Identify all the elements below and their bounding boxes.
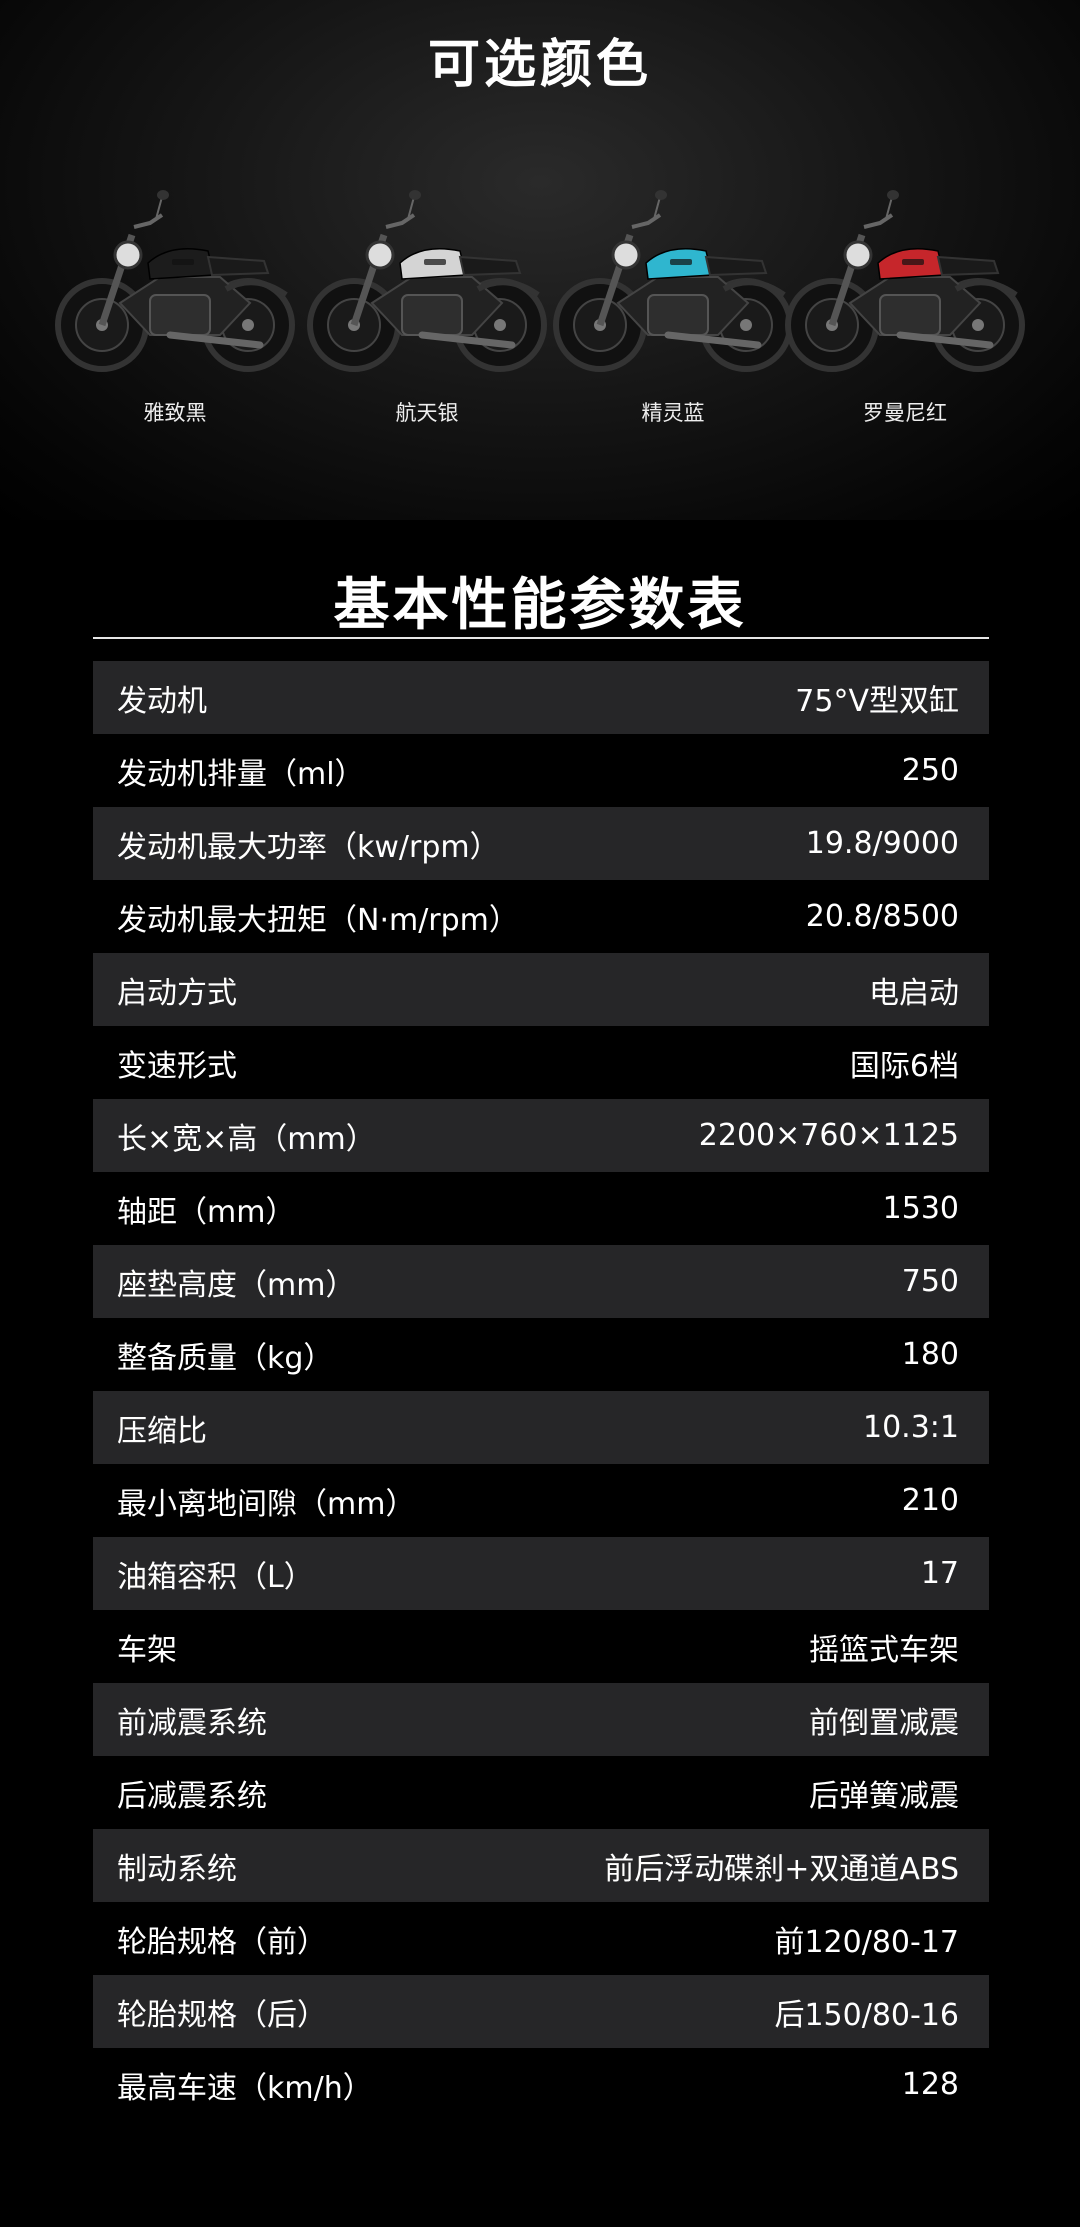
spec-row: 变速形式 国际6档 (93, 1026, 989, 1099)
spec-value: 前后浮动碟刹+双通道ABS (604, 1851, 959, 1887)
spec-row: 车架 摇篮式车架 (93, 1610, 989, 1683)
color-variant-silver: 航天银 (302, 185, 552, 435)
spec-label: 油箱容积（L） (117, 1559, 314, 1595)
spec-value: 19.8/9000 (805, 826, 959, 861)
spec-label: 后减震系统 (117, 1778, 267, 1814)
spec-value: 摇篮式车架 (809, 1632, 959, 1668)
spec-row: 发动机 75°V型双缸 (93, 661, 989, 734)
spec-value: 128 (901, 2067, 959, 2102)
spec-label: 启动方式 (117, 975, 237, 1011)
spec-value: 电启动 (869, 975, 959, 1011)
spec-value: 国际6档 (849, 1048, 959, 1084)
spec-row: 油箱容积（L） 17 (93, 1537, 989, 1610)
colors-title: 可选颜色 (427, 35, 652, 95)
color-variant-label: 罗曼尼红 (863, 401, 947, 425)
spec-row: 长×宽×高（mm） 2200×760×1125 (93, 1099, 989, 1172)
spec-value: 后弹簧减震 (809, 1778, 959, 1814)
motorcycle-black-image (55, 190, 295, 372)
spec-label: 制动系统 (117, 1851, 237, 1887)
spec-label: 发动机排量（ml） (117, 756, 365, 792)
spec-value: 后150/80-16 (774, 1997, 959, 2033)
color-variants: 雅致黑 航天银 精灵蓝 罗曼尼红 (0, 185, 1080, 435)
spec-value: 2200×760×1125 (698, 1118, 959, 1153)
spec-label: 轮胎规格（前） (117, 1924, 327, 1960)
spec-value: 750 (901, 1264, 959, 1299)
spec-label: 发动机最大扭矩（N·m/rpm） (117, 902, 519, 938)
spec-label: 座垫高度（mm） (117, 1267, 356, 1303)
spec-table: 发动机 75°V型双缸发动机排量（ml） 250 发动机最大功率（kw/rpm） 19.… (93, 661, 989, 2121)
motorcycle-red-image (785, 190, 1025, 372)
spec-row: 最小离地间隙（mm） 210 (93, 1464, 989, 1537)
spec-row: 启动方式 电启动 (93, 953, 989, 1026)
spec-label: 轮胎规格（后） (117, 1997, 327, 2033)
color-variant-label: 航天银 (395, 401, 459, 425)
spec-title: 基本性能参数表 (333, 573, 747, 638)
spec-label: 轴距（mm） (117, 1194, 296, 1230)
spec-row: 最高车速（km/h） 128 (93, 2048, 989, 2121)
spec-row: 发动机最大功率（kw/rpm） 19.8/9000 (93, 807, 989, 880)
spec-value: 前倒置减震 (809, 1705, 959, 1741)
spec-label: 车架 (117, 1632, 177, 1668)
spec-value: 250 (901, 753, 959, 788)
spec-row: 制动系统 前后浮动碟刹+双通道ABS (93, 1829, 989, 1902)
spec-row: 后减震系统 后弹簧减震 (93, 1756, 989, 1829)
color-variant-black: 雅致黑 (50, 185, 300, 435)
color-variant-red: 罗曼尼红 (780, 185, 1030, 435)
spec-label: 压缩比 (117, 1413, 207, 1449)
color-variant-blue: 精灵蓝 (548, 185, 798, 435)
spec-value: 20.8/8500 (805, 899, 959, 934)
spec-label: 最高车速（km/h） (117, 2070, 373, 2106)
spec-label: 发动机最大功率（kw/rpm） (117, 829, 500, 865)
spec-row: 发动机最大扭矩（N·m/rpm） 20.8/8500 (93, 880, 989, 953)
title-divider (93, 637, 989, 639)
spec-value: 1530 (882, 1191, 959, 1226)
motorcycle-silver-image (307, 190, 547, 372)
spec-label: 前减震系统 (117, 1705, 267, 1741)
spec-value: 前120/80-17 (774, 1924, 959, 1960)
spec-value: 17 (920, 1556, 959, 1591)
spec-value: 75°V型双缸 (795, 683, 959, 719)
spec-row: 发动机排量（ml） 250 (93, 734, 989, 807)
spec-label: 变速形式 (117, 1048, 237, 1084)
spec-label: 发动机 (117, 683, 207, 719)
motorcycle-blue-image (553, 190, 793, 372)
spec-label: 整备质量（kg） (117, 1340, 334, 1376)
spec-row: 整备质量（kg） 180 (93, 1318, 989, 1391)
spec-value: 180 (901, 1337, 959, 1372)
spec-row: 座垫高度（mm） 750 (93, 1245, 989, 1318)
spec-row: 轮胎规格（后） 后150/80-16 (93, 1975, 989, 2048)
color-variant-label: 雅致黑 (143, 401, 207, 425)
spec-row: 前减震系统 前倒置减震 (93, 1683, 989, 1756)
spec-row: 轴距（mm） 1530 (93, 1172, 989, 1245)
spec-label: 长×宽×高（mm） (117, 1121, 376, 1157)
color-variant-label: 精灵蓝 (641, 401, 705, 425)
spec-value: 210 (901, 1483, 959, 1518)
spec-row: 压缩比 10.3:1 (93, 1391, 989, 1464)
spec-value: 10.3:1 (863, 1410, 959, 1445)
spec-label: 最小离地间隙（mm） (117, 1486, 416, 1522)
spec-row: 轮胎规格（前） 前120/80-17 (93, 1902, 989, 1975)
